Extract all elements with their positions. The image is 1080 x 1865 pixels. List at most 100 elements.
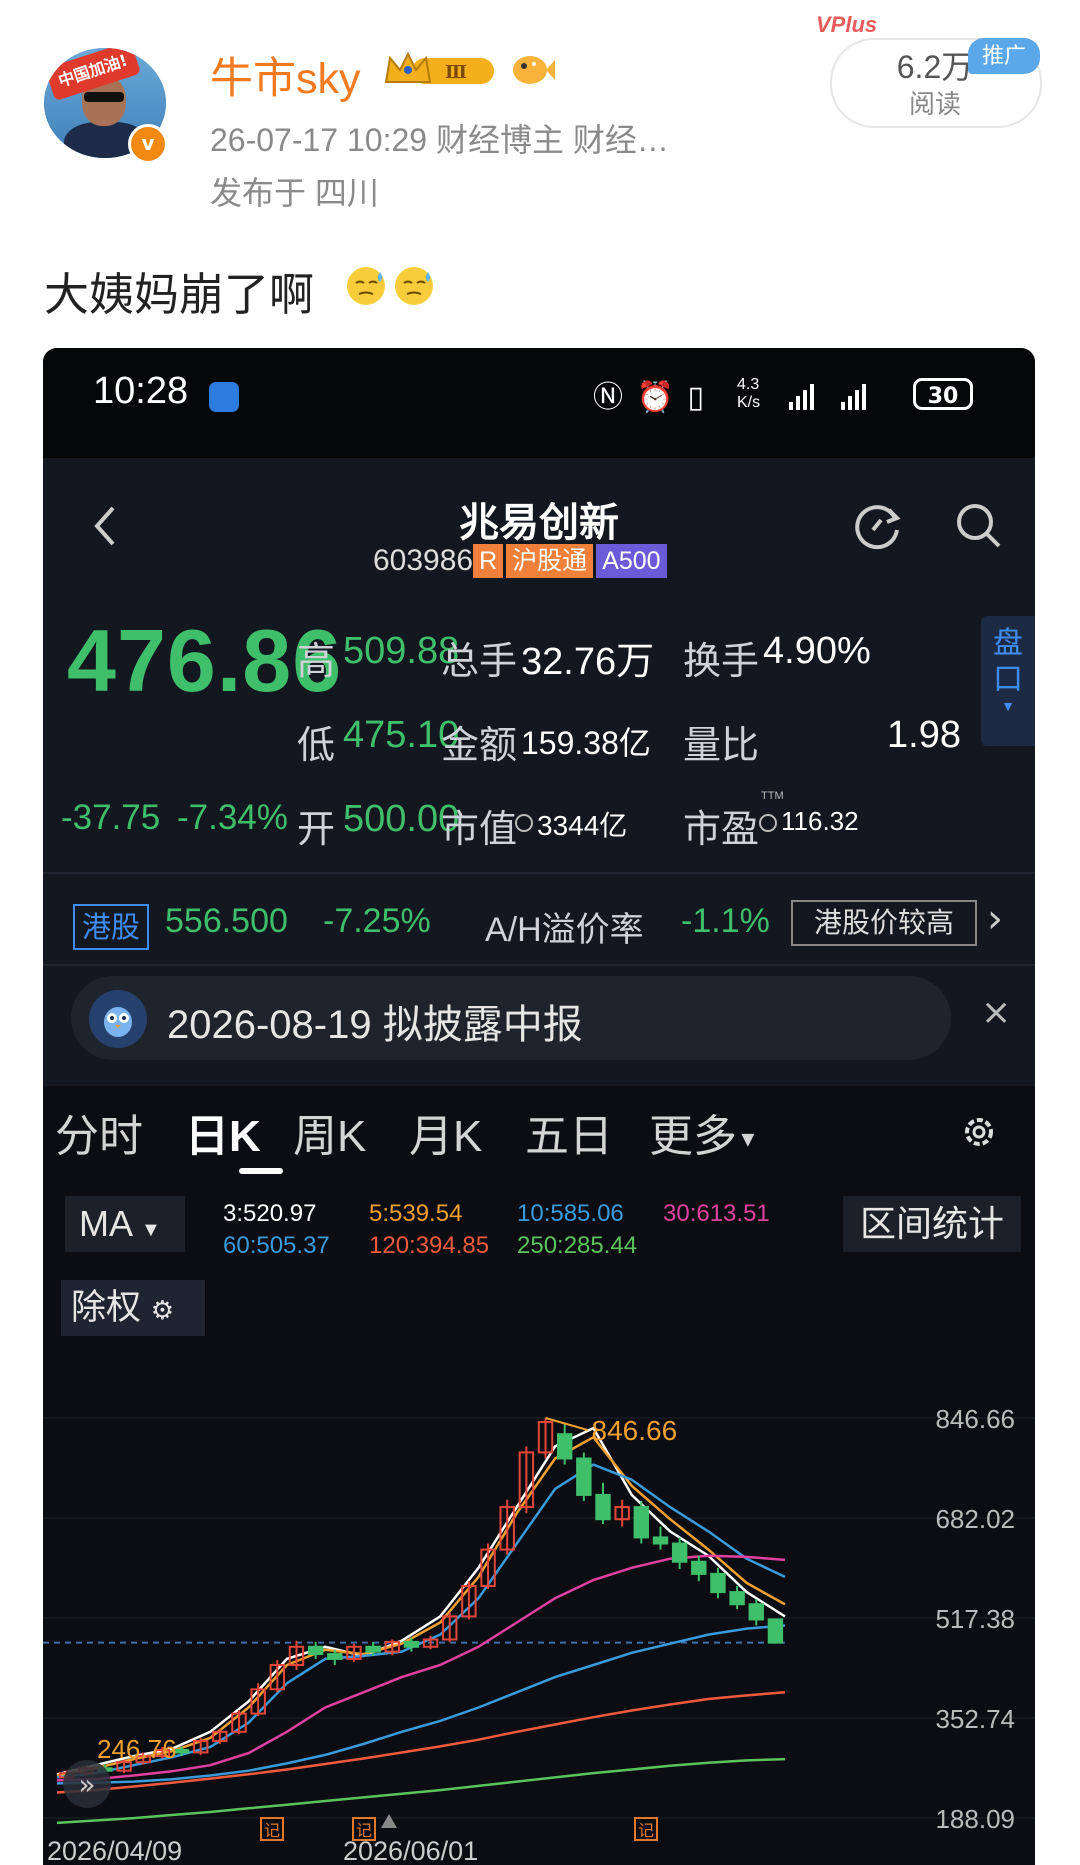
tab-weekly-k[interactable]: 周K [293,1100,366,1164]
tab-daily-k[interactable]: 日K [185,1100,261,1164]
candle-body [556,1433,573,1460]
ma-selector[interactable]: MA ▼ [65,1196,185,1252]
search-icon [957,504,1001,548]
ma60-value: 60:505.37 [223,1232,330,1259]
promo-tag[interactable]: 推广 [968,38,1040,74]
ah-premium-value: -1.1% [681,902,770,940]
ma250-value: 250:285.44 [517,1232,638,1259]
tab-more[interactable]: 更多▼ [649,1100,759,1164]
y-tick-label: 682.02 [935,1504,1015,1534]
info-icon[interactable] [515,814,533,832]
sweat-emoji-icon [395,267,433,305]
close-icon[interactable]: × [981,992,1011,1033]
ma-line-ma250 [56,1757,786,1825]
tag-r: R [473,544,504,578]
notice-text: 2026-08-19 拟披露中报 [167,1003,583,1047]
vip-crown-icon: Ⅲ [384,51,494,84]
range-stats-button[interactable]: 区间统计 [843,1196,1021,1252]
x-tick-label: 2026/04/09 [47,1836,182,1865]
stock-app-screenshot[interactable]: 10:28 Ⓝ ⏰ ▯ 4.3 K/s 30 兆易创新 603986 R 沪股通 A5… [43,348,1035,1865]
y-tick-label: 517.38 [935,1604,1015,1634]
ma-line-ma3 [56,1426,786,1776]
info-icon[interactable] [759,814,777,832]
candle-body [729,1591,745,1606]
candle-body [365,1645,381,1653]
amount-value: 159.38亿 [521,725,651,761]
pankou-label: 盘口 [993,627,1023,696]
vol-ratio-label: 量比 [683,725,760,767]
high-label: 高 [297,641,336,683]
gear-icon[interactable] [959,1112,999,1152]
hk-label[interactable]: 港股 [73,904,149,950]
tab-intraday[interactable]: 分时 [55,1100,143,1164]
low-annotation: 246.76 [97,1734,177,1764]
post-meta: 26-07-17 10:29 财经博主 财经… [210,122,669,158]
hk-price: 556.500 [165,902,288,940]
caret-down-icon: ▼ [737,1126,759,1152]
status-time: 10:28 [93,370,189,412]
post-location: 发布于 四川 [210,175,379,211]
stock-code-row: 603986 R 沪股通 A500 [373,544,667,584]
search-button[interactable] [949,496,1009,556]
mktcap-value: 3344亿 [537,810,628,841]
event-marker: 记 [638,1822,654,1840]
volume-value: 32.76万 [521,641,655,683]
app-notification-icon [209,382,239,412]
hk-change-pct: -7.25% [323,902,431,940]
candle-body [671,1542,688,1563]
tab-monthly-k[interactable]: 月K [409,1100,482,1164]
alarm-icon: ⏰ [636,380,676,415]
chevron-right-icon[interactable]: › [987,896,1003,942]
divider [43,872,1035,874]
triangle-marker [381,1814,397,1828]
candle-body [748,1603,764,1621]
fish-badge-icon [513,56,555,84]
tag-hugutong: 沪股通 [506,544,594,578]
ma5-value: 5:539.54 [369,1200,463,1227]
ma-line-ma5 [56,1435,786,1777]
vplus-label: VPlus [816,12,878,37]
ma30-value: 30:613.51 [663,1200,770,1227]
candle-body [576,1457,592,1496]
ma120-value: 120:394.85 [369,1232,490,1259]
candle-body [595,1493,611,1521]
battery-icon: 30 [913,378,973,410]
low-label: 低 [297,725,336,767]
pe-value: 116.32 [781,806,859,836]
status-icons: Ⓝ ⏰ ▯ [593,372,706,416]
gear-icon: ⚙ [150,1295,175,1325]
level-badge: Ⅲ [445,62,467,83]
pankou-button[interactable]: 盘口 ▼ [981,616,1035,746]
candle-body [403,1640,420,1648]
vol-ratio-value: 1.98 [887,714,961,756]
x-tick-label: 2026/06/01 [343,1836,478,1865]
turnover-label: 换手 [683,641,760,683]
post-content: 大姨妈崩了啊 [44,269,315,320]
username[interactable]: 牛市sky [210,44,361,106]
tag-a500: A500 [596,544,667,578]
double-chevron-icon: » [78,1768,95,1801]
chevron-down-icon: ▼ [1001,698,1015,714]
change-pct: -7.34% [177,798,288,837]
ma10-value: 10:585.06 [517,1200,624,1227]
y-tick-label: 188.09 [935,1804,1015,1834]
pe-label: 市盈 [683,809,760,851]
tab-active-underline [239,1168,283,1174]
refresh-icon [855,505,901,550]
network-speed: 4.3 K/s [737,376,760,412]
nfc-icon: Ⓝ [593,380,625,415]
reads-label: 阅读 [908,89,961,119]
tab-five-day[interactable]: 五日 [525,1100,613,1164]
ma-label: MA [79,1203,132,1244]
candle-body [710,1572,726,1594]
change-value: -37.75 [61,798,161,837]
y-tick-label: 352.74 [935,1704,1015,1734]
ah-premium-label: A/H溢价率 [485,911,644,949]
candle-body [652,1536,669,1545]
chuquan-button[interactable]: 除权 ⚙ [61,1280,205,1336]
refresh-button[interactable] [849,496,909,556]
hk-note: 港股价较高 [791,900,977,946]
kline-chart[interactable]: 846.66 682.02 517.38 352.74 188.09 846.66 246.… [43,1258,1035,1865]
vibrate-icon: ▯ [687,380,706,415]
open-label: 开 [297,809,336,851]
